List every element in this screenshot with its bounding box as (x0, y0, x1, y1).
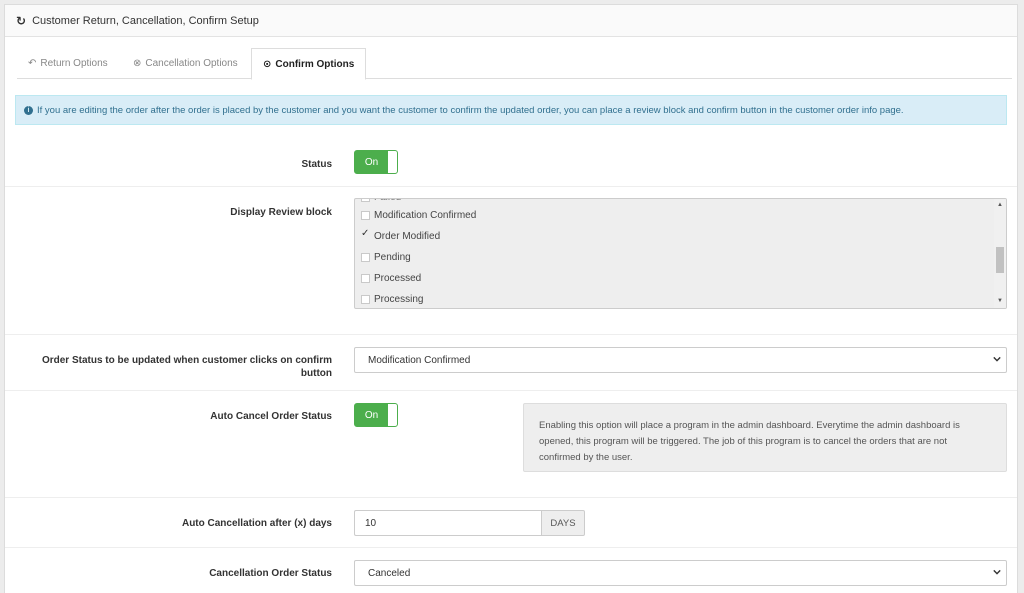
select-value: Canceled (368, 567, 411, 579)
review-block-label: Display Review block (230, 207, 332, 218)
divider (5, 497, 1017, 498)
confirm-status-select[interactable]: Modification Confirmed (354, 347, 1007, 373)
tab-return-options[interactable]: ↶ Return Options (28, 48, 108, 79)
list-item[interactable]: Processing (361, 294, 423, 305)
toggle-on-label: On (355, 151, 388, 173)
listbox-scrollbar[interactable]: ▲ ▼ (994, 199, 1006, 308)
tab-label: Confirm Options (275, 58, 355, 70)
toggle-on-label: On (355, 404, 388, 426)
confirm-status-label: Order Status to be updated when customer… (5, 354, 332, 380)
tab-label: Cancellation Options (145, 58, 238, 69)
panel-title: Customer Return, Cancellation, Confirm S… (32, 14, 259, 27)
info-alert: i If you are editing the order after the… (15, 95, 1007, 125)
chevron-down-icon (993, 356, 1001, 362)
list-item-label: Modification Confirmed (374, 210, 477, 221)
tab-label: Return Options (40, 58, 108, 69)
list-item-label: Pending (374, 252, 411, 263)
tab-confirm-options[interactable]: ⊙ Confirm Options (251, 48, 367, 80)
times-circle-icon: ⊗ (133, 58, 142, 69)
auto-cancel-toggle[interactable]: On (354, 403, 398, 427)
days-input[interactable] (354, 510, 542, 536)
checkbox[interactable] (361, 253, 370, 262)
auto-cancel-label: Auto Cancel Order Status (210, 411, 332, 422)
divider (5, 390, 1017, 391)
days-input-group: DAYS (354, 510, 585, 536)
checkbox[interactable] (361, 295, 370, 304)
refresh-icon: ↻ (16, 13, 27, 28)
label-line: button (300, 368, 332, 379)
tab-cancellation-options[interactable]: ⊗ Cancellation Options (133, 48, 238, 79)
info-circle-icon: i (24, 105, 33, 115)
list-item[interactable]: Order Modified (361, 228, 441, 242)
scrollbar-thumb[interactable] (996, 247, 1004, 273)
cancellation-status-select[interactable]: Canceled (354, 560, 1007, 586)
cancellation-status-label: Cancellation Order Status (209, 568, 332, 579)
panel-heading: ↻ Customer Return, Cancellation, Confirm… (5, 5, 1017, 37)
divider (5, 186, 1017, 187)
scroll-up-icon[interactable]: ▲ (997, 202, 1003, 208)
list-item-partial: Failed (361, 199, 401, 203)
divider (5, 547, 1017, 548)
chevron-down-icon (993, 569, 1001, 575)
list-item-label: Processing (374, 294, 424, 305)
list-item-label: Processed (374, 273, 422, 284)
setup-panel: ↻ Customer Return, Cancellation, Confirm… (4, 4, 1018, 593)
review-block-listbox[interactable]: Failed Modification Confirmed Order Modi… (354, 198, 1007, 309)
label-line: Order Status to be updated when customer… (41, 355, 332, 366)
select-value: Modification Confirmed (368, 354, 471, 366)
list-item[interactable]: Modification Confirmed (361, 210, 476, 221)
status-toggle[interactable]: On (354, 150, 398, 174)
days-addon: DAYS (541, 510, 585, 536)
tab-bar: ↶ Return Options ⊗ Cancellation Options … (17, 48, 1012, 80)
checkbox[interactable] (361, 211, 370, 220)
alert-text: If you are editing the order after the o… (37, 104, 904, 116)
checkbox-checked[interactable] (361, 228, 370, 241)
divider (5, 334, 1017, 335)
status-label: Status (301, 159, 332, 170)
list-item[interactable]: Processed (361, 273, 421, 284)
reply-icon: ↶ (28, 58, 37, 69)
list-item[interactable]: Pending (361, 252, 411, 263)
check-circle-icon: ⊙ (263, 58, 272, 70)
auto-cancel-note: Enabling this option will place a progra… (523, 403, 1007, 472)
scroll-down-icon[interactable]: ▼ (997, 298, 1003, 304)
auto-cancel-days-label: Auto Cancellation after (x) days (181, 518, 332, 529)
list-item-label: Order Modified (374, 231, 441, 242)
checkbox[interactable] (361, 274, 370, 283)
